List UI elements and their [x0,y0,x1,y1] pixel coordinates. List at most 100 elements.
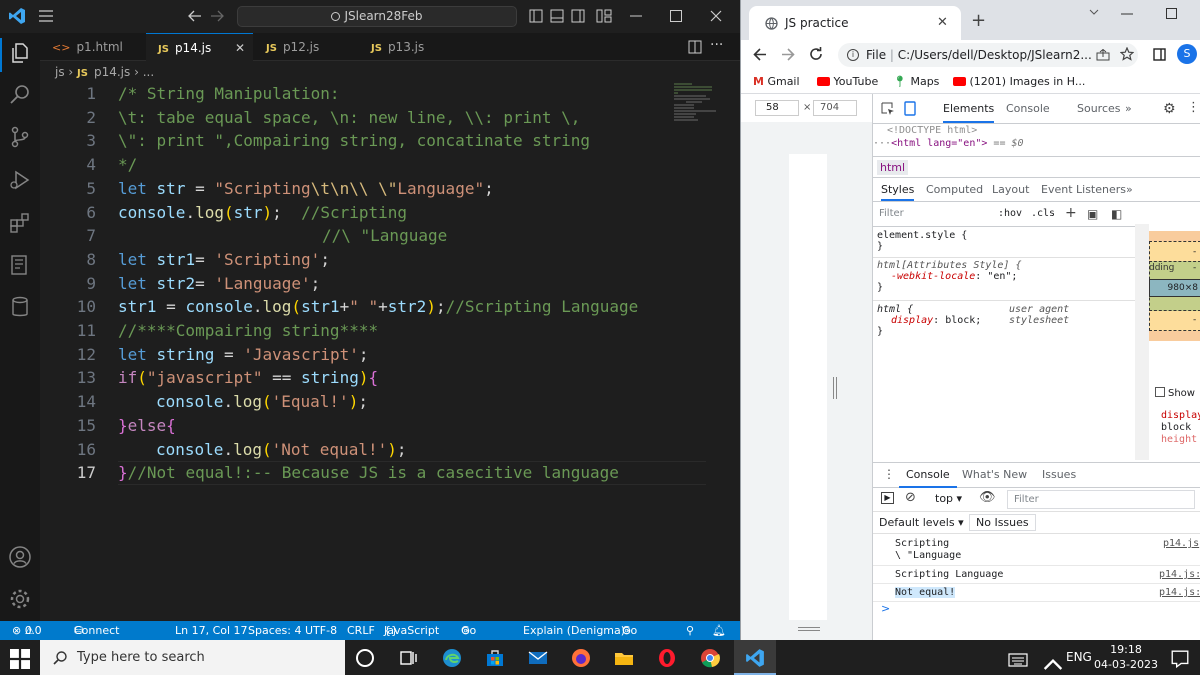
language-indicator[interactable]: ENG [1066,650,1092,664]
encoding[interactable]: UTF-8 [305,621,337,640]
profile-avatar[interactable]: S [1177,44,1197,64]
task-view-icon[interactable] [398,648,418,668]
drawer-tab-issues[interactable]: Issues [1042,463,1076,487]
reload-icon[interactable] [809,47,823,61]
styles-scrollbar[interactable] [1135,224,1149,460]
clock-time[interactable]: 19:18 [1106,643,1146,656]
cortana-icon[interactable] [356,649,374,667]
source-control-icon[interactable] [8,125,32,149]
tab-close-icon[interactable]: ✕ [937,6,948,40]
rule-attributes-style[interactable]: html[Attributes Style] {-webkit-locale: … [877,260,1135,293]
tab-p12-js[interactable]: JS p12.js [254,33,358,61]
menu-icon[interactable] [38,10,54,22]
dom-doctype[interactable]: <!DOCTYPE html> [887,125,977,136]
minimize-icon[interactable] [630,15,642,17]
tab-styles[interactable]: Styles [881,178,915,201]
bookmark-maps[interactable]: 📍︎ Maps [893,69,939,94]
toggle-primary-sidebar-icon[interactable] [529,9,543,23]
bookmark-youtube[interactable]: YouTube [817,69,878,94]
touch-keyboard-icon[interactable] [1008,650,1028,670]
more-options-icon[interactable]: ⋮ [1187,100,1200,115]
inspect-element-icon[interactable] [881,102,895,116]
tab-layout[interactable]: Layout [992,178,1029,202]
console-prompt[interactable]: > [881,602,890,615]
new-tab-icon[interactable]: + [971,10,986,31]
bookmark-star-icon[interactable] [1120,47,1134,61]
tab-p1-html[interactable]: <> p1.html [40,33,145,61]
toggle-sidebar-icon[interactable]: ◧ [1111,207,1122,221]
indentation[interactable]: Spaces: 4 [248,621,301,640]
show-hidden-icons-chevron[interactable] [1043,654,1063,674]
close-icon[interactable] [710,10,722,22]
rule-html-ua[interactable]: html {user agent stylesheet display: bloc… [877,304,1135,337]
notification-center-icon[interactable] [1170,649,1190,669]
cursor-position[interactable]: Ln 17, Col 17 [175,621,248,640]
database-icon[interactable] [8,295,32,319]
back-arrow-icon[interactable] [188,10,202,22]
viewport-height-input[interactable]: 704 [813,100,857,116]
explain-button[interactable]: Explain (Denigma) [523,621,625,640]
sidebar-toggle-icon[interactable]: ▶ [881,492,894,504]
extensions-icon[interactable] [8,211,32,235]
cls-toggle[interactable]: .cls [1031,208,1055,219]
computed-display-prop[interactable]: display [1149,410,1200,422]
device-toolbar-icon[interactable] [904,101,916,116]
viewport-width-input[interactable]: 58 [755,100,799,116]
accounts-icon[interactable]: ⚲ [686,621,694,640]
breadcrumb-more[interactable]: ... [143,65,154,79]
mail-icon[interactable] [528,648,548,668]
account-icon[interactable] [8,545,32,569]
clock-date[interactable]: 04-03-2023 [1094,658,1158,671]
end-of-line[interactable]: CRLF [347,621,375,640]
side-panel-icon[interactable] [1153,48,1166,61]
minimap[interactable] [672,82,716,122]
drawer-tab-whats-new[interactable]: What's New [962,463,1027,487]
tab-computed[interactable]: Computed [926,178,983,202]
tab-console[interactable]: Console [1006,94,1050,124]
tab-p13-js[interactable]: JS p13.js [359,33,463,61]
customize-layout-icon[interactable] [596,9,612,23]
breadcrumb-file[interactable]: p14.js [94,65,130,79]
box-content-size[interactable]: 980×8 [1149,279,1200,297]
styles-filter-input[interactable]: Filter [879,208,904,219]
tab-p14-js[interactable]: JS p14.js ✕ [146,33,253,61]
resize-handle[interactable] [833,377,837,399]
maximize-icon[interactable] [670,10,682,22]
tab-search-chevron-icon[interactable] [1089,9,1099,15]
maximize-icon[interactable] [1166,8,1177,19]
settings-gear-icon[interactable] [8,587,32,611]
new-rule-plus-icon[interactable]: + [1065,205,1077,221]
opera-icon[interactable] [657,648,677,668]
drawer-menu-icon[interactable]: ⋮ [883,467,895,481]
breadcrumb-folder[interactable]: js [55,65,65,79]
browser-tab[interactable]: JS practice ✕ [749,6,961,40]
context-selector[interactable]: top ▾ [935,492,962,505]
share-icon[interactable] [1096,49,1110,61]
resize-handle-bottom[interactable] [798,627,820,631]
log-levels-dropdown[interactable]: Default levels ▾ [879,516,964,529]
back-arrow-icon[interactable] [753,48,767,61]
live-expression-eye-icon[interactable]: 👁︎ [979,490,996,505]
log-source-link[interactable]: p14.js: [1159,587,1200,598]
computed-height-prop[interactable]: height [1149,434,1200,446]
code-editor[interactable]: 1 /* String Manipulation: 2 \t: tabe equal… [40,82,740,621]
more-actions-icon[interactable]: ··· [710,37,723,53]
firefox-icon[interactable] [571,648,591,668]
hov-toggle[interactable]: :hov [998,208,1022,219]
run-debug-icon[interactable] [8,168,32,192]
clear-console-icon[interactable]: ⊘ [905,490,916,505]
settings-gear-icon[interactable]: ⚙ [1163,101,1176,117]
tab-sources[interactable]: Sources [1077,94,1121,124]
toggle-panel-icon[interactable] [550,9,564,23]
tab-event-listeners[interactable]: Event Listeners [1041,178,1126,202]
taskbar-search-box[interactable]: Type here to search [40,640,345,675]
command-center-search[interactable]: JSlearn28Feb [237,6,517,27]
show-all-checkbox[interactable]: Show [1149,387,1200,401]
info-icon[interactable]: i [847,49,859,61]
edge-icon[interactable] [442,648,462,668]
log-source-link[interactable]: p14.js [1163,538,1199,549]
forward-arrow-icon[interactable] [781,48,795,61]
search-icon[interactable] [8,83,32,107]
explorer-icon[interactable] [8,41,32,65]
tab-close-icon[interactable]: ✕ [235,34,245,62]
